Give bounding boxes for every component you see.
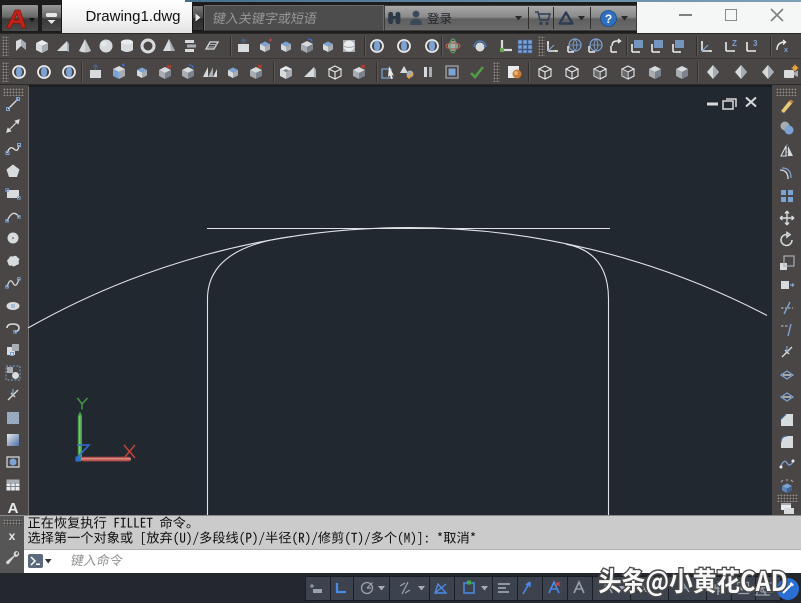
svg-text:3: 3 bbox=[753, 39, 758, 48]
svg-text:Z: Z bbox=[732, 39, 737, 48]
svg-text:x: x bbox=[784, 47, 788, 54]
svg-text:?: ? bbox=[605, 12, 612, 26]
